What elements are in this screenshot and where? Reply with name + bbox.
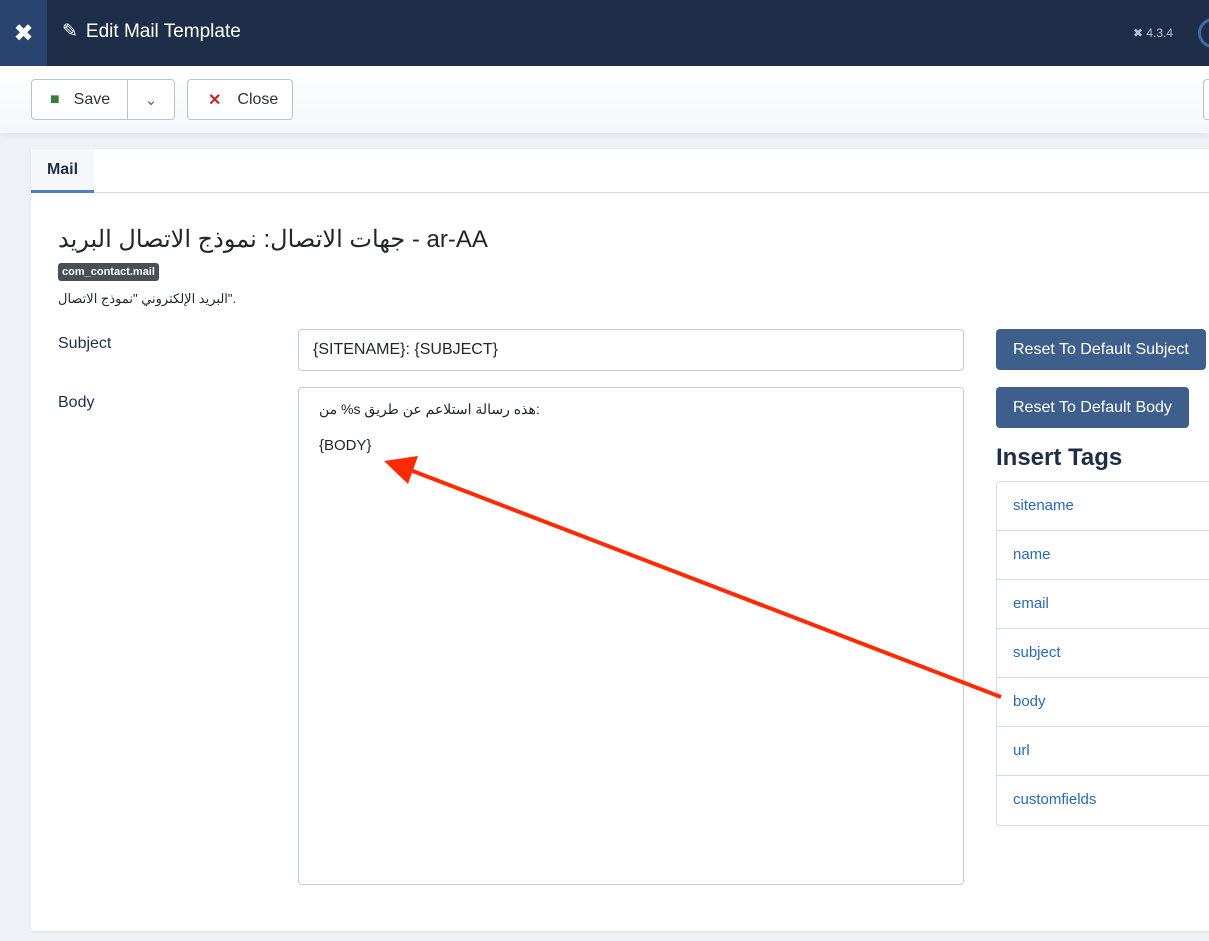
tag-email[interactable]: email — [997, 580, 1209, 629]
help-button[interactable] — [1203, 79, 1209, 120]
tag-url[interactable]: url — [997, 727, 1209, 776]
template-title: جهات الاتصال: نموذج الاتصال البريد - ar-… — [58, 226, 488, 253]
save-icon: ■ — [50, 90, 60, 108]
tag-sitename[interactable]: sitename — [997, 482, 1209, 531]
tab-mail[interactable]: Mail — [31, 149, 94, 193]
save-dropdown-chevron-down-icon[interactable]: ⌄ — [128, 91, 174, 109]
tag-customfields[interactable]: customfields — [997, 776, 1209, 825]
tag-subject[interactable]: subject — [997, 629, 1209, 678]
save-button[interactable]: ■ Save — [32, 80, 128, 119]
subject-input[interactable]: {SITENAME}: {SUBJECT} — [298, 329, 964, 371]
body-textarea[interactable]: من %s هذه رسالة استلاعم عن طريق: {BODY} — [298, 387, 964, 885]
user-menu-icon[interactable] — [1198, 18, 1209, 48]
close-button[interactable]: ✕ Close — [187, 79, 293, 120]
body-line: من %s هذه رسالة استلاعم عن طريق: — [319, 401, 540, 417]
insert-tags-list: sitename name email subject body url cus… — [996, 481, 1209, 826]
page-title: Edit Mail Template — [85, 20, 241, 42]
pencil-icon: ✎ — [62, 21, 78, 42]
version-label: ✖ 4.3.4 — [1133, 26, 1174, 40]
body-label: Body — [58, 394, 95, 411]
template-id-badge: com_contact.mail — [58, 263, 159, 281]
header: ✖ ✎ Edit Mail Template ✖ 4.3.4 — [0, 0, 1209, 66]
body-line: {BODY} — [319, 437, 372, 455]
insert-tags-heading: Insert Tags — [996, 444, 1123, 471]
tag-body[interactable]: body — [997, 678, 1209, 727]
mail-template-card: Mail جهات الاتصال: نموذج الاتصال البريد … — [31, 149, 1209, 931]
joomla-logo-icon[interactable]: ✖ — [0, 0, 47, 66]
reset-subject-button[interactable]: Reset To Default Subject — [996, 329, 1206, 370]
save-button-group: ■ Save ⌄ — [31, 79, 175, 120]
reset-body-button[interactable]: Reset To Default Body — [996, 387, 1189, 428]
template-description: البريد الإلكتروني "نموذج الاتصال". — [58, 291, 237, 306]
tag-name[interactable]: name — [997, 531, 1209, 580]
toolbar: ■ Save ⌄ ✕ Close — [0, 66, 1209, 133]
subject-label: Subject — [58, 335, 112, 352]
close-icon: ✕ — [208, 91, 222, 109]
